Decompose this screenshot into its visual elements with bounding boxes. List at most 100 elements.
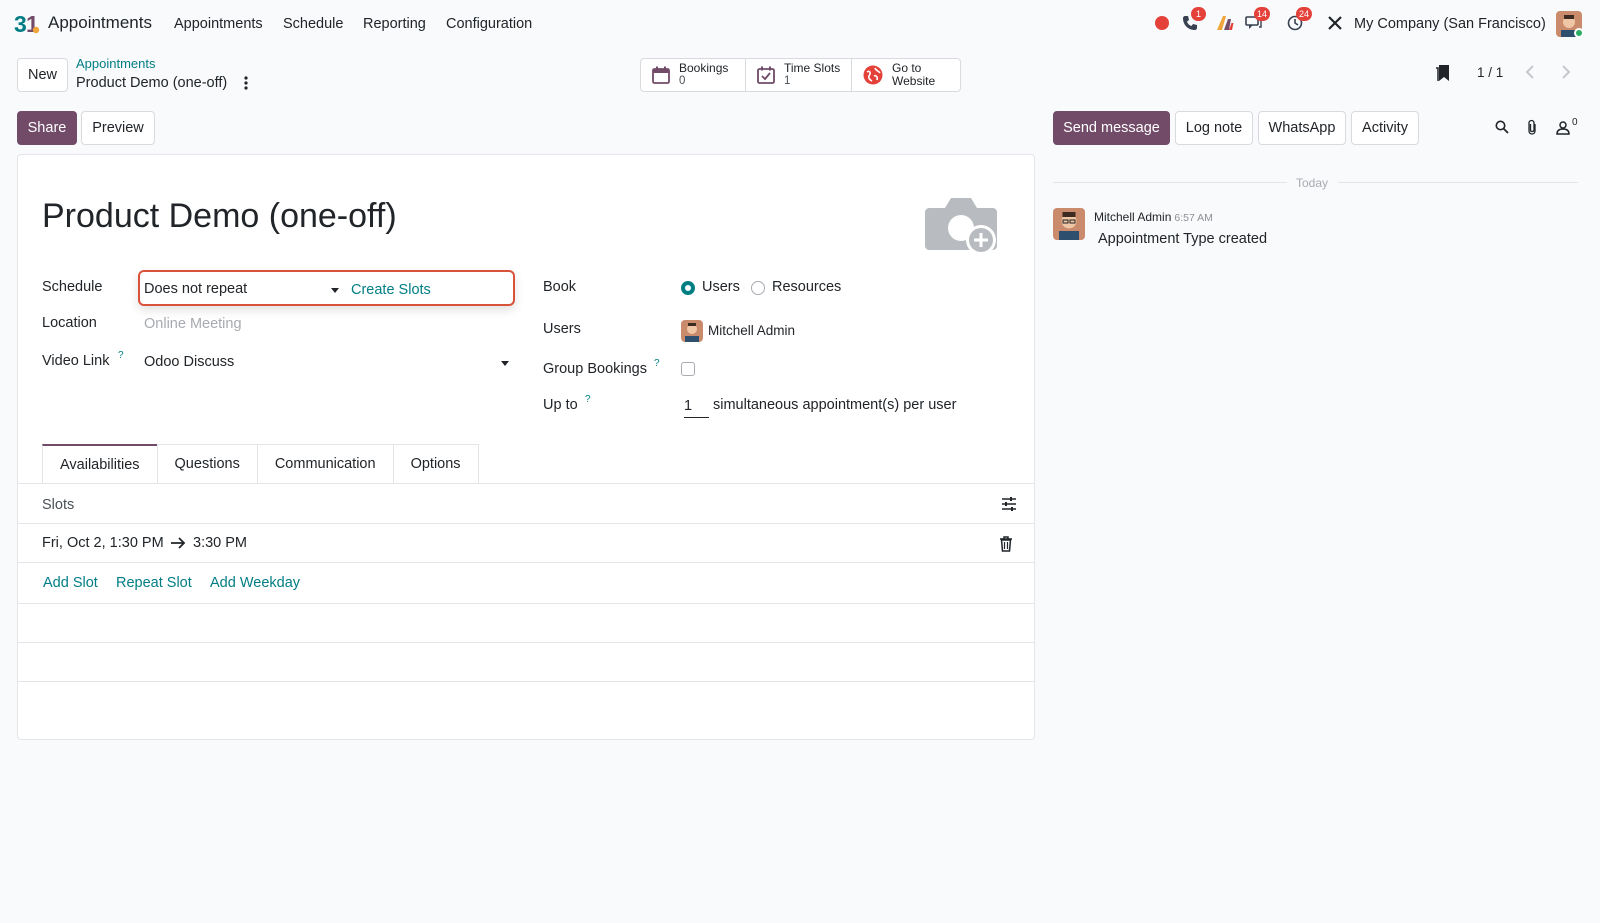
smart-buttons: Bookings 0 Time Slots 1 Go to Website [640,58,961,92]
message-author-avatar[interactable] [1053,208,1085,240]
date-separator-label: Today [1296,176,1329,190]
slot-start[interactable]: Fri, Oct 2, 1:30 PM [42,535,164,551]
breadcrumb-parent[interactable]: Appointments [76,56,156,71]
date-separator-left [1053,182,1287,183]
time-slots-count: 1 [784,75,791,88]
slots-header: Slots [42,497,75,513]
menu-schedule[interactable]: Schedule [283,16,343,32]
add-image-icon[interactable] [925,194,1001,260]
book-label: Book [543,279,577,295]
video-link-label: Video Link [42,353,110,369]
appointments-app-icon[interactable]: 3 1 [14,11,40,35]
bookings-smart-button[interactable]: Bookings 0 [641,59,746,91]
tab-questions[interactable]: Questions [156,444,258,483]
record-icon[interactable] [1152,13,1172,33]
up-to-help-icon[interactable]: ? [585,394,591,405]
slots-row-divider [17,562,1035,563]
bookings-label: Bookings [679,61,729,76]
menu-configuration[interactable]: Configuration [446,16,532,32]
website-label: Website [892,74,936,88]
message-author[interactable]: Mitchell Admin 6:57 AM [1094,210,1213,224]
appointment-title[interactable]: Product Demo (one-off) [42,197,397,236]
empty-row-divider-1 [17,603,1035,604]
add-slot-link[interactable]: Add Slot [43,575,98,591]
online-status-icon [1574,28,1584,38]
empty-row-divider-2 [17,642,1035,643]
chat-icon[interactable]: 14 [1243,7,1271,33]
ai-icon[interactable] [1215,13,1235,33]
tools-icon[interactable] [1325,13,1345,33]
group-bookings-checkbox[interactable] [681,362,695,376]
user-tag-avatar [681,320,703,342]
tabs-divider [17,483,1035,484]
book-users-radio[interactable] [681,281,695,295]
whatsapp-button[interactable]: WhatsApp [1258,111,1346,145]
users-tag[interactable]: Mitchell Admin [708,323,795,338]
trash-icon[interactable] [999,536,1013,552]
new-button[interactable]: New [17,58,68,92]
calendar-icon [652,66,670,84]
add-weekday-link[interactable]: Add Weekday [210,575,300,591]
location-input[interactable]: Online Meeting [144,316,242,332]
book-resources-option[interactable]: Resources [772,279,841,295]
share-button[interactable]: Share [17,111,77,145]
app-name[interactable]: Appointments [48,13,152,33]
book-users-option[interactable]: Users [702,279,740,295]
slot-end[interactable]: 3:30 PM [193,535,247,551]
paperclip-icon[interactable] [1526,119,1538,135]
calendar-check-icon [757,66,775,84]
video-link-help-icon[interactable]: ? [118,350,124,361]
group-bookings-label: Group Bookings [543,361,647,377]
time-slots-label: Time Slots [784,61,841,76]
location-label: Location [42,315,97,331]
messages-badge: 14 [1254,7,1271,21]
log-note-button[interactable]: Log note [1175,111,1253,145]
column-settings-icon[interactable] [1001,496,1017,512]
up-to-label: Up to [543,397,578,413]
slots-header-divider [17,523,1035,524]
clock-icon[interactable]: 24 [1285,7,1313,33]
activity-button[interactable]: Activity [1351,111,1419,145]
tab-communication[interactable]: Communication [256,444,394,483]
capacity-input[interactable]: 1 [684,398,709,418]
followers-icon[interactable] [1556,121,1570,135]
create-slots-link[interactable]: Create Slots [351,282,431,298]
pager-next-icon[interactable] [1558,63,1574,81]
book-resources-radio[interactable] [751,281,765,295]
time-slots-smart-button[interactable]: Time Slots 1 [746,59,852,91]
video-link-select[interactable]: Odoo Discuss [144,354,234,370]
phone-icon[interactable]: 1 [1180,7,1206,33]
date-separator-right [1338,182,1578,183]
message-body: Appointment Type created [1098,231,1268,247]
form-tabs: Availabilities Questions Communication O… [42,444,479,483]
calls-badge: 1 [1191,7,1206,21]
pager-value[interactable]: 1 / 1 [1477,65,1503,80]
bookings-count: 0 [679,75,686,88]
schedule-select[interactable]: Does not repeat [144,281,247,297]
pager-previous-icon[interactable] [1522,63,1538,81]
menu-appointments[interactable]: Appointments [174,16,263,32]
arrow-right-icon [171,537,186,549]
capacity-suffix: simultaneous appointment(s) per user [713,397,957,413]
group-bookings-help-icon[interactable]: ? [654,358,660,369]
schedule-dropdown-icon[interactable] [331,288,339,293]
video-link-dropdown-icon[interactable] [501,361,509,366]
top-navbar: 3 1 Appointments Appointments Schedule R… [0,0,1600,46]
send-message-button[interactable]: Send message [1053,111,1170,145]
activities-badge: 24 [1296,7,1313,21]
go-to-website-smart-button[interactable]: Go to Website [852,59,960,91]
tab-options[interactable]: Options [392,444,479,483]
globe-icon [863,65,883,85]
tab-availabilities[interactable]: Availabilities [42,444,158,483]
schedule-label: Schedule [42,279,103,295]
empty-row-divider-3 [17,681,1035,682]
bookmarks-icon[interactable] [1435,64,1451,82]
preview-button[interactable]: Preview [81,111,155,145]
search-icon[interactable] [1495,120,1509,134]
message-author-name[interactable]: Mitchell Admin [1094,210,1171,224]
users-label: Users [543,321,581,337]
menu-reporting[interactable]: Reporting [363,16,426,32]
repeat-slot-link[interactable]: Repeat Slot [116,575,192,591]
kebab-menu-icon[interactable] [243,75,249,91]
company-switcher[interactable]: My Company (San Francisco) [1354,16,1546,32]
